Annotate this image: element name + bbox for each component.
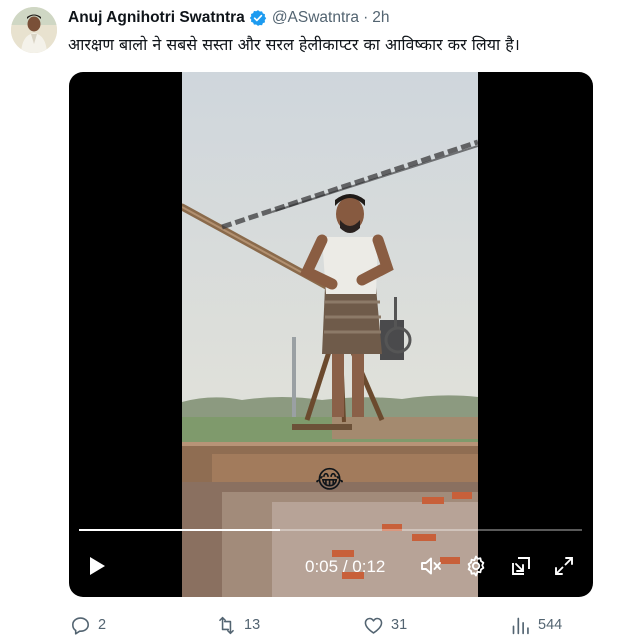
reply-icon — [72, 616, 89, 635]
mute-icon — [421, 557, 441, 575]
play-icon — [90, 557, 105, 575]
laughing-emoji: 😂 — [315, 465, 345, 494]
like-count: 31 — [391, 617, 408, 633]
video-timecode: 0:05 / 0:12 — [305, 556, 385, 578]
play-button[interactable] — [85, 554, 109, 578]
duration: 0:12 — [352, 557, 386, 576]
verified-badge-icon — [249, 9, 267, 27]
author-name[interactable]: Anuj Agnihotri Swatntra — [68, 9, 245, 27]
picture-in-picture-icon — [512, 557, 530, 575]
separator-dot: · — [363, 9, 369, 26]
time-separator: / — [338, 557, 353, 576]
like-button[interactable]: 31 — [363, 612, 407, 638]
repost-count: 13 — [244, 617, 261, 633]
tweet-text: आरक्षण बालो ने सबसे सस्ता और सरल हेलीकाप… — [68, 35, 520, 54]
fullscreen-button[interactable] — [552, 554, 576, 578]
author-handle[interactable]: @ASwatntra — [272, 9, 359, 27]
avatar[interactable] — [11, 7, 57, 53]
settings-icon — [467, 555, 485, 577]
mute-button[interactable] — [419, 554, 443, 578]
progress-fill — [79, 529, 281, 531]
reply-button[interactable]: 2 — [70, 612, 106, 638]
fullscreen-icon — [555, 557, 573, 575]
timestamp[interactable]: 2h — [372, 9, 389, 27]
settings-button[interactable] — [464, 554, 488, 578]
view-count: 544 — [538, 617, 563, 633]
repost-icon — [219, 616, 234, 634]
repost-button[interactable]: 13 — [216, 612, 260, 638]
views-button[interactable]: 544 — [510, 612, 562, 638]
views-icon — [512, 617, 529, 634]
reply-count: 2 — [98, 617, 107, 633]
video-player[interactable]: 😂 0:05 / 0:12 — [69, 72, 593, 597]
tweet-header: Anuj Agnihotri Swatntra @ASwatntra · 2h — [68, 8, 389, 28]
current-time: 0:05 — [305, 557, 339, 576]
picture-in-picture-button[interactable] — [509, 554, 533, 578]
heart-icon — [364, 617, 383, 634]
action-bar: 2 13 31 544 — [0, 612, 627, 638]
video-controls: 0:05 / 0:12 — [69, 512, 593, 597]
progress-bar[interactable] — [79, 529, 582, 531]
